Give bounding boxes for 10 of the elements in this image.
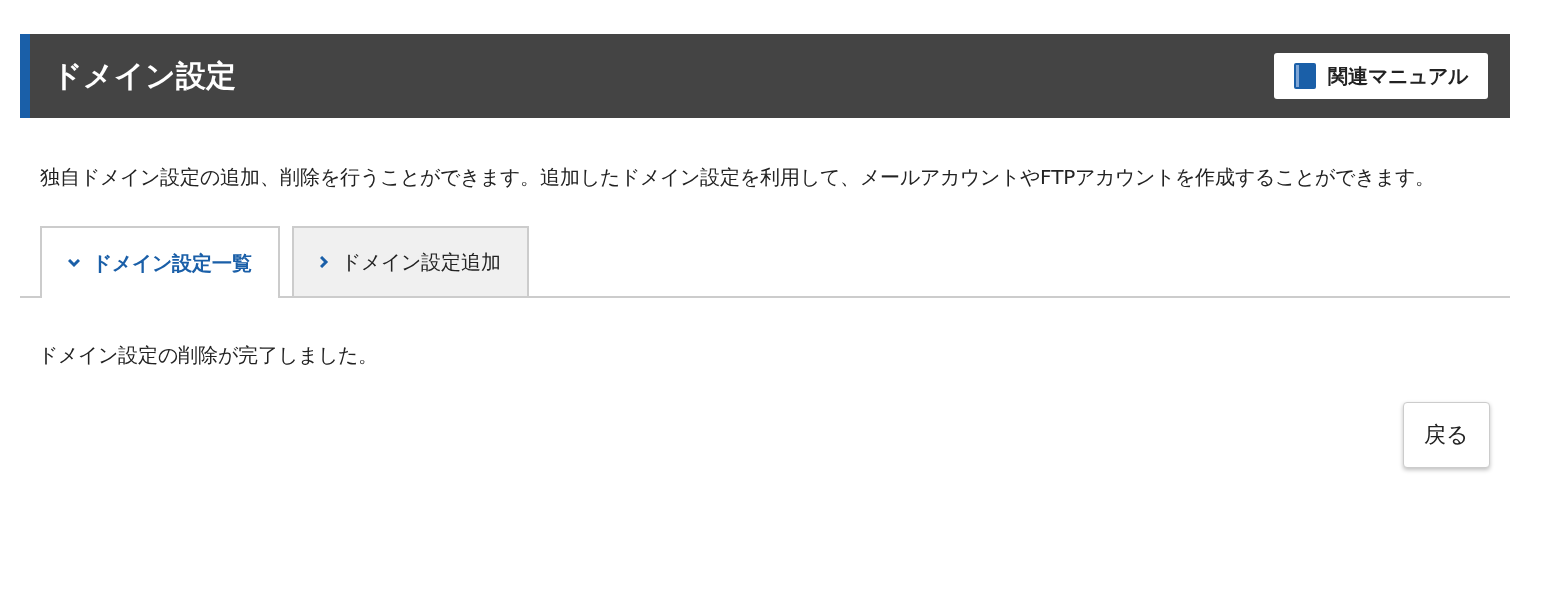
description-text: 独自ドメイン設定の追加、削除を行うことができます。追加したドメイン設定を利用して、メールアカウントやFTPアカウントを作成することができます。 xyxy=(40,164,1437,191)
chevron-down-icon xyxy=(68,258,80,268)
back-button[interactable]: 戻る xyxy=(1403,402,1490,468)
manual-button[interactable]: 関連マニュアル xyxy=(1274,53,1488,99)
tab[interactable]: ドメイン設定追加 xyxy=(292,226,529,296)
page-title: ドメイン設定 xyxy=(52,56,236,95)
status-message: ドメイン設定の削除が完了しました。 xyxy=(38,342,379,369)
tab[interactable]: ドメイン設定一覧 xyxy=(40,226,280,298)
chevron-right-icon xyxy=(320,256,329,268)
book-icon xyxy=(1294,63,1316,89)
